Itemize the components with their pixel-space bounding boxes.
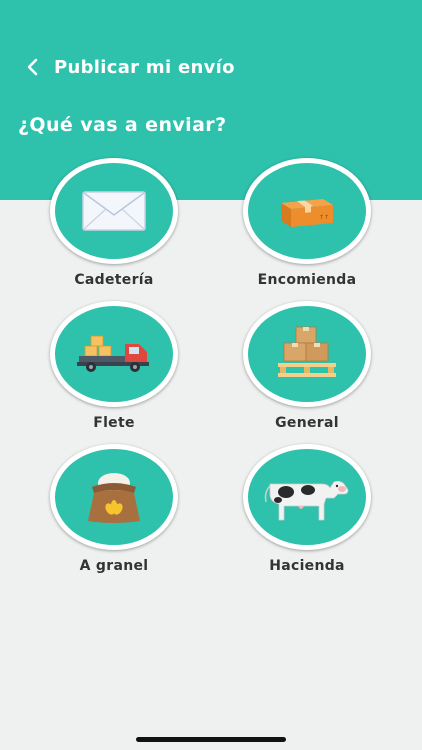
- option-label: General: [275, 415, 339, 431]
- back-button[interactable]: [10, 46, 54, 88]
- package-box-icon: ↑↑: [281, 199, 333, 227]
- delivery-truck-icon: [77, 335, 149, 372]
- option-flete[interactable]: Flete: [14, 301, 214, 441]
- option-circle: ↑↑: [243, 158, 371, 264]
- boxes-on-pallet-icon: [278, 326, 336, 377]
- option-label: A granel: [79, 558, 149, 574]
- option-label: Cadetería: [74, 272, 154, 288]
- option-general[interactable]: General: [207, 301, 407, 441]
- option-a-granel[interactable]: A granel: [14, 444, 214, 584]
- option-hacienda[interactable]: Hacienda: [207, 444, 407, 584]
- page-title: Publicar mi envío: [54, 56, 235, 78]
- option-circle: [50, 444, 178, 550]
- svg-text:↑↑: ↑↑: [319, 214, 329, 221]
- option-circle: [243, 444, 371, 550]
- option-circle: [243, 301, 371, 407]
- option-circle: [50, 158, 178, 264]
- option-label: Hacienda: [269, 558, 345, 574]
- option-circle: [50, 301, 178, 407]
- chevron-left-icon: [27, 58, 38, 76]
- cow-icon: [264, 480, 349, 521]
- option-cadeteria[interactable]: Cadetería: [14, 158, 214, 298]
- question-heading: ¿Qué vas a enviar?: [18, 114, 227, 136]
- option-label: Encomienda: [257, 272, 357, 288]
- home-indicator: [136, 737, 286, 742]
- grain-sack-icon: [88, 473, 140, 523]
- option-label: Flete: [93, 415, 135, 431]
- option-encomienda[interactable]: ↑↑ Encomienda: [207, 158, 407, 298]
- nav-bar: Publicar mi envío: [0, 46, 422, 88]
- envelope-icon: [82, 191, 146, 231]
